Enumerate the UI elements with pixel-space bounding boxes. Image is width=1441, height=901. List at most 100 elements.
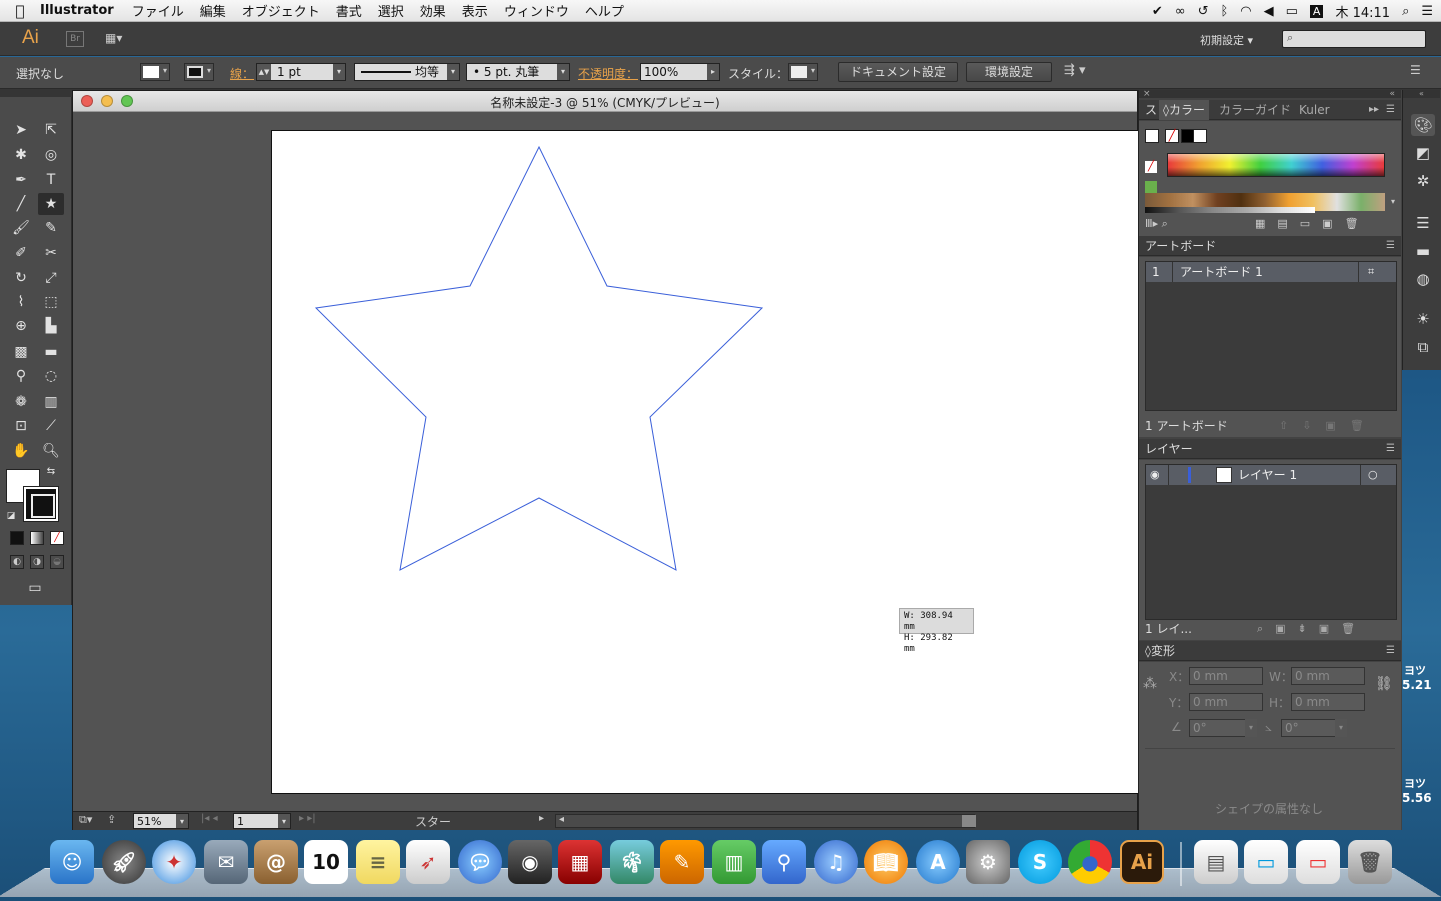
menu-file[interactable]: ファイル — [132, 1, 184, 20]
panel-menu-icon[interactable]: ☰ — [1386, 439, 1395, 459]
artboard[interactable]: W: 308.94 mm H: 293.82 mm — [271, 130, 1139, 794]
desktop-number-1[interactable]: 5.21 — [1402, 678, 1432, 692]
chevron-down-icon[interactable]: ▾ — [176, 814, 188, 828]
gray-swatch-row[interactable] — [1145, 207, 1315, 213]
scroll-thumb[interactable] — [962, 815, 976, 827]
tab-color-guide[interactable]: カラーガイド — [1219, 100, 1291, 120]
blend-tool-icon[interactable]: ◌ — [38, 365, 64, 387]
calendar-icon[interactable]: 10 — [304, 840, 348, 884]
menu-edit[interactable]: 編集 — [200, 1, 226, 20]
opacity-label[interactable]: 不透明度： — [578, 65, 638, 82]
tab-kuler[interactable]: Kuler — [1299, 100, 1330, 120]
bluetooth-icon[interactable]: ᛒ — [1220, 4, 1228, 19]
paintbrush-tool-icon[interactable]: 🖌 — [8, 217, 34, 239]
draw-behind-icon[interactable]: ◑ — [30, 555, 44, 569]
menu-app-name[interactable]: Illustrator — [40, 3, 114, 18]
star-shape[interactable] — [272, 131, 1138, 793]
menu-type[interactable]: 書式 — [336, 1, 362, 20]
input-source-icon[interactable]: A — [1309, 4, 1324, 18]
menu-effect[interactable]: 効果 — [420, 1, 446, 20]
preferences-button[interactable]: 環境設定 — [966, 62, 1052, 82]
arrange-documents-icon[interactable]: ▦▾ — [105, 31, 135, 47]
kuler-icon[interactable]: ✲ — [1411, 170, 1435, 192]
volume-icon[interactable]: ◀ — [1264, 4, 1274, 19]
isolate-icon[interactable]: ⇶ ▾ — [1064, 63, 1086, 78]
color-spectrum[interactable] — [1167, 153, 1385, 177]
pencil-tool-icon[interactable]: ✎ — [38, 217, 64, 239]
menu-help[interactable]: ヘルプ — [585, 1, 624, 20]
share-icon[interactable]: ⇪ — [107, 813, 116, 826]
perspective-grid-tool-icon[interactable]: ▙ — [38, 315, 64, 337]
ibooks-icon[interactable]: 📖︎ — [864, 840, 908, 884]
graphic-styles-icon[interactable]: ⧉ — [1411, 336, 1435, 358]
numbers-icon[interactable]: ▥ — [712, 840, 756, 884]
chevron-down-icon[interactable]: ▾ — [1335, 719, 1347, 737]
chevron-down-icon[interactable]: ▾ — [1391, 197, 1395, 206]
trash-icon[interactable]: 🗑︎ — [1348, 840, 1392, 884]
layers-title[interactable]: レイヤー — [1145, 442, 1193, 456]
artboard-nav-next-icons[interactable]: ▸ ▸| — [299, 813, 316, 824]
draw-inside-icon[interactable]: ◒ — [50, 555, 64, 569]
documents-stack-icon[interactable]: ▤ — [1194, 840, 1238, 884]
transparency-panel-icon[interactable]: ◍ — [1411, 268, 1435, 290]
gpu-icon[interactable]: ⧉▾ — [79, 813, 92, 827]
safari-icon[interactable]: ✦ — [152, 840, 196, 884]
lasso-tool-icon[interactable]: ◎ — [38, 144, 64, 166]
bridge-button[interactable]: Br — [66, 31, 84, 47]
rotate-tool-icon[interactable]: ↻ — [8, 267, 34, 289]
warp-tool-icon[interactable]: ⌇ — [8, 291, 34, 313]
graphic-style-dropdown[interactable]: ▾ — [788, 63, 818, 81]
keynote-icon[interactable]: ⚲ — [762, 840, 806, 884]
skype-icon[interactable]: S — [1018, 840, 1062, 884]
star-tool-icon[interactable]: ★ — [38, 193, 64, 215]
chevron-down-icon[interactable]: ▾ — [557, 64, 569, 80]
panel-menu-icon[interactable]: ☰ — [1386, 236, 1395, 256]
color-guide-icon[interactable]: ◩ — [1411, 142, 1435, 164]
free-transform-tool-icon[interactable]: ⬚ — [38, 291, 64, 313]
chrome-icon[interactable]: ● — [1068, 840, 1112, 884]
stroke-swatch[interactable] — [23, 486, 59, 522]
hand-tool-icon[interactable]: ✋ — [8, 440, 34, 462]
expand-icon[interactable]: ▸▸ — [1369, 100, 1379, 120]
clock[interactable]: 木 14:11 — [1335, 2, 1390, 21]
menu-view[interactable]: 表示 — [462, 1, 488, 20]
launchpad-icon[interactable]: 🚀︎ — [102, 840, 146, 884]
stroke-weight-field[interactable]: ▲▼ 1 pt ▾ — [256, 63, 346, 81]
dropbox-icon[interactable]: ✔ — [1152, 4, 1163, 19]
skype-window-icon[interactable]: ▭ — [1244, 840, 1288, 884]
w-field[interactable]: 0 mm — [1291, 667, 1365, 685]
tab-color[interactable]: ◊カラー — [1159, 100, 1209, 120]
document-setup-button[interactable]: ドキュメント設定 — [838, 62, 958, 82]
direct-selection-tool-icon[interactable]: ⇱ — [38, 119, 64, 141]
stroke-color-dropdown[interactable]: ▾ — [184, 63, 214, 81]
y-field[interactable]: 0 mm — [1189, 693, 1263, 711]
white-swatch[interactable] — [1193, 129, 1207, 143]
horizontal-scrollbar[interactable]: ◂ — [555, 814, 976, 828]
pages-icon[interactable]: ✎ — [660, 840, 704, 884]
scroll-left-icon[interactable]: ◂ — [559, 814, 564, 825]
layer-actions-icons[interactable]: ⌕▣⇟▣🗑︎ — [1257, 620, 1367, 638]
messages-icon[interactable]: 💬︎ — [458, 840, 502, 884]
system-preferences-icon[interactable]: ⚙ — [966, 840, 1010, 884]
status-tool-name[interactable]: スター — [415, 813, 451, 830]
draw-normal-icon[interactable]: ◐ — [10, 555, 24, 569]
apple-icon[interactable]:  — [0, 2, 40, 20]
color-palette-icon[interactable]: 🎨︎ — [1411, 114, 1435, 136]
layer-row[interactable]: ◉ レイヤー 1 ○ — [1146, 465, 1396, 485]
h-field[interactable]: 0 mm — [1291, 693, 1365, 711]
eyedropper-tool-icon[interactable]: ⚲ — [8, 365, 34, 387]
none-swatch-icon[interactable]: ╱ — [1165, 129, 1179, 143]
status-menu-icon[interactable]: ▸ — [539, 813, 544, 824]
chevron-down-icon[interactable]: ▾ — [278, 814, 290, 828]
screen-mode-icon[interactable]: ▭ — [22, 579, 48, 597]
fill-color-dropdown[interactable]: ▾ — [140, 63, 170, 81]
none-small-icon[interactable]: ╱ — [1145, 161, 1157, 173]
opacity-field[interactable]: 100% ▸ — [640, 63, 720, 81]
appearance-panel-icon[interactable]: ☀ — [1411, 308, 1435, 330]
transform-title[interactable]: ◊変形 — [1145, 644, 1175, 658]
wifi-icon[interactable]: ◠ — [1240, 4, 1251, 19]
constrain-proportions-icon[interactable]: ⛓ — [1375, 676, 1393, 692]
artboard-nav-prev-icons[interactable]: |◂ ◂ — [201, 813, 218, 824]
brush-definition[interactable]: • 5 pt. 丸筆 ▾ — [466, 63, 570, 81]
canvas-area[interactable]: W: 308.94 mm H: 293.82 mm — [73, 113, 1139, 813]
